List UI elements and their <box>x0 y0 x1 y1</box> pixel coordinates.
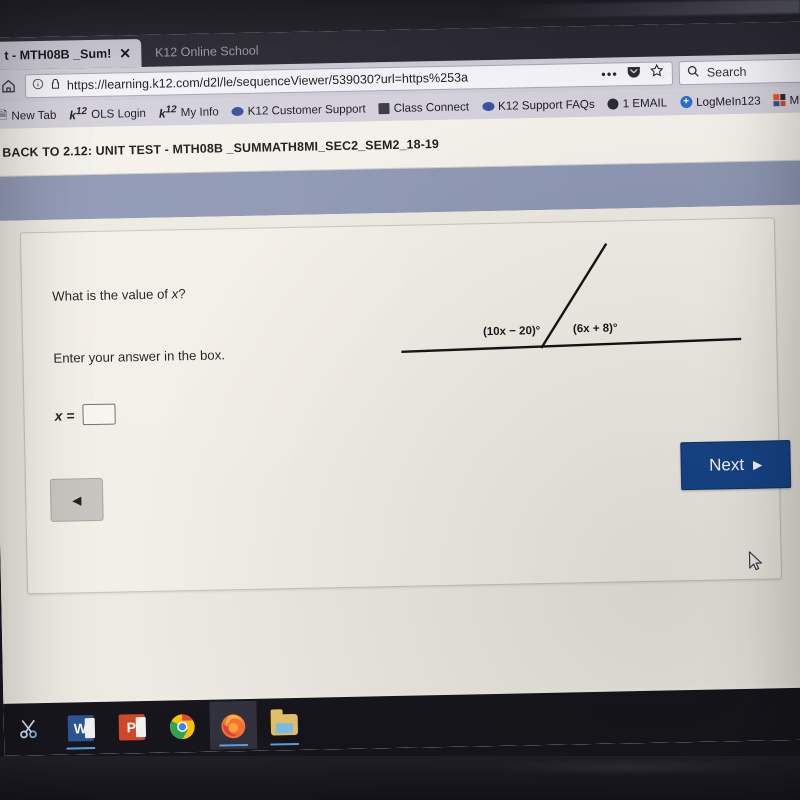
bookmark-email[interactable]: 1 EMAIL <box>607 95 668 110</box>
next-button-label: Next <box>708 454 745 475</box>
taskbar-item-firefox[interactable] <box>209 700 258 750</box>
tab-title: t - MTH08B _Sum! <box>4 46 112 63</box>
home-icon[interactable] <box>0 75 19 97</box>
browser-tab-active[interactable]: t - MTH08B _Sum! ✕ <box>0 38 142 70</box>
desk-light-sheen <box>480 762 770 772</box>
question-prompt: What is the value of x? <box>52 286 186 304</box>
plus-icon: + <box>679 95 693 109</box>
bookmark-label: New Tab <box>11 108 57 123</box>
bookmark-k12-customer-support[interactable]: K12 Customer Support <box>231 101 366 118</box>
breadcrumb[interactable]: BACK TO 2.12: UNIT TEST - MTH08B _SUMMAT… <box>2 137 439 160</box>
desk-surface-below-laptop <box>0 756 800 800</box>
chrome-icon <box>169 713 195 739</box>
previous-button[interactable]: ◀ <box>49 477 104 522</box>
search-icon <box>687 64 700 80</box>
right-angle-label: (6x + 8)° <box>572 322 618 336</box>
bookmark-label: Microsoft <box>789 92 800 107</box>
word-icon: W <box>67 715 96 742</box>
answer-label: x = <box>54 406 75 424</box>
answer-input[interactable] <box>82 403 116 426</box>
left-angle-label: (10x − 20)° <box>482 325 541 339</box>
url-text: https://learning.k12.com/d2l/le/sequence… <box>66 69 469 92</box>
firefox-icon <box>221 713 246 738</box>
question-card: What is the value of x? Enter your answe… <box>19 217 792 595</box>
bookmark-ols-login[interactable]: k12 OLS Login <box>69 105 147 123</box>
page-icon: 🗎 <box>0 109 8 122</box>
horizontal-line <box>401 337 742 354</box>
search-box[interactable]: Search <box>678 58 800 85</box>
square-icon <box>378 102 390 114</box>
search-input[interactable]: Search <box>707 64 747 79</box>
taskbar-item-snip-tool[interactable] <box>5 705 53 754</box>
angle-diagram: (10x − 20)° (6x + 8)° <box>391 227 764 374</box>
taskbar-item-file-explorer[interactable] <box>260 700 308 749</box>
bookmark-label: LogMeIn123 <box>695 94 761 109</box>
powerpoint-icon-letter: P <box>126 719 137 736</box>
next-button[interactable]: Next ▶ <box>680 440 792 491</box>
overflow-menu-icon[interactable]: ••• <box>601 66 618 81</box>
tab-title: K12 Online School <box>154 43 259 60</box>
bookmark-label: K12 Customer Support <box>247 101 366 118</box>
bookmark-new-tab[interactable]: 🗎 New Tab <box>0 105 57 125</box>
taskbar-item-word[interactable]: W <box>56 704 104 753</box>
globe-icon <box>607 97 619 110</box>
word-icon-page <box>84 718 96 739</box>
scissors-icon <box>19 719 37 739</box>
mouse-cursor <box>748 551 764 577</box>
powerpoint-icon-page <box>135 717 147 738</box>
question-content-area: What is the value of x? Enter your answe… <box>0 204 800 701</box>
question-prompt-after: ? <box>178 286 186 302</box>
close-icon[interactable]: ✕ <box>119 45 131 61</box>
bookmark-label: K12 Support FAQs <box>497 97 595 113</box>
taskbar-running-indicator <box>270 742 300 746</box>
bookmark-microsoft[interactable]: Microsoft <box>773 93 800 107</box>
powerpoint-icon: P <box>118 714 147 741</box>
star-icon[interactable] <box>650 63 664 82</box>
taskbar-item-chrome[interactable] <box>158 702 206 751</box>
bookmark-my-info[interactable]: k12 My Info <box>159 103 219 120</box>
folder-icon <box>270 713 299 735</box>
question-prompt-before: What is the value of <box>52 286 172 304</box>
screen-content: t - MTH08B _Sum! ✕ K12 Online School htt… <box>0 21 800 756</box>
chevron-right-icon: ▶ <box>752 457 763 472</box>
dot-icon <box>231 106 244 116</box>
page-body: BACK TO 2.12: UNIT TEST - MTH08B _SUMMAT… <box>0 112 800 756</box>
microsoft-icon <box>773 94 786 107</box>
answer-row: x = <box>54 403 116 426</box>
bookmark-k12-support-faqs[interactable]: K12 Support FAQs <box>481 97 595 113</box>
pocket-icon[interactable] <box>627 64 641 82</box>
dot-icon <box>481 101 495 111</box>
k12-icon: k12 <box>158 104 177 121</box>
bookmark-label: My Info <box>180 104 219 119</box>
bezel-light-glint <box>499 0 800 19</box>
bookmark-label: OLS Login <box>90 106 147 121</box>
bookmark-label: Class Connect <box>393 99 470 115</box>
taskbar-running-indicator <box>66 746 96 750</box>
laptop-screen-photo: t - MTH08B _Sum! ✕ K12 Online School htt… <box>0 0 800 800</box>
lock-icon <box>50 76 61 94</box>
bookmark-class-connect[interactable]: Class Connect <box>378 100 469 115</box>
bookmark-label: 1 EMAIL <box>622 95 668 110</box>
taskbar-running-indicator <box>219 743 249 747</box>
bookmark-logmein123[interactable]: + LogMeIn123 <box>679 94 761 109</box>
browser-tab-inactive[interactable]: K12 Online School <box>141 36 269 67</box>
taskbar-item-powerpoint[interactable]: P <box>107 703 155 752</box>
k12-icon: k12 <box>69 106 88 123</box>
question-instruction: Enter your answer in the box. <box>53 347 226 366</box>
angle-diagram-svg <box>401 243 742 354</box>
info-icon[interactable] <box>32 76 44 94</box>
